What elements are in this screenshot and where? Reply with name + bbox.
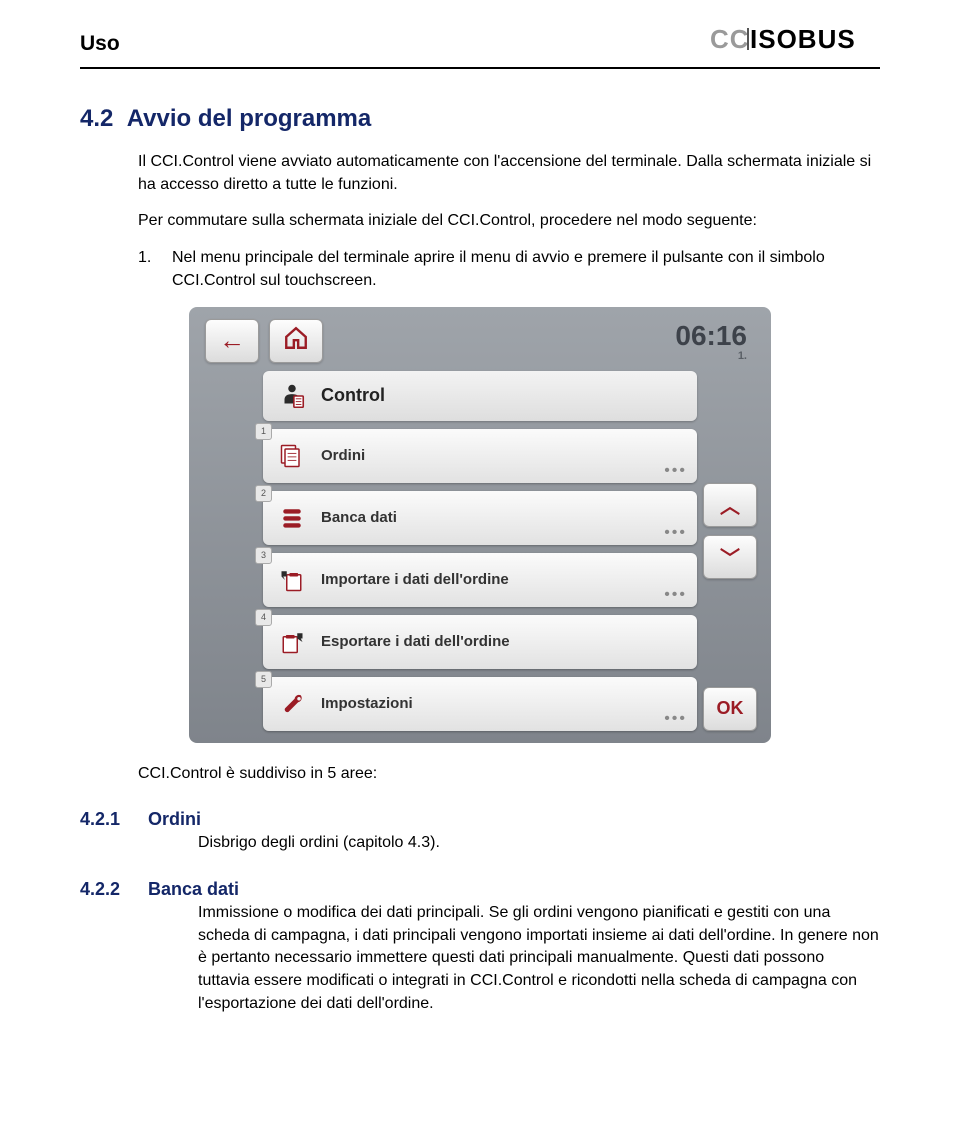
header-logo: CCISOBUS xyxy=(710,24,880,63)
right-nav-column: ︿ ﹀ OK xyxy=(703,371,759,731)
svg-text:CC: CC xyxy=(710,24,750,54)
clock-sub: 1. xyxy=(675,350,747,362)
paragraph-1: Il CCI.Control viene avviato automaticam… xyxy=(138,151,880,196)
section-title: Avvio del programma xyxy=(127,105,372,132)
item-badge-5: 5 xyxy=(255,671,272,688)
subsection-2-heading: 4.2.2 Banca dati xyxy=(80,869,880,902)
menu-group-label: Control xyxy=(321,385,385,406)
subsection-2-text: Immissione o modifica dei dati principal… xyxy=(198,902,880,1016)
import-icon xyxy=(277,565,307,595)
export-icon xyxy=(277,627,307,657)
subsection-1-number: 4.2.1 xyxy=(80,809,148,830)
item-badge-4: 4 xyxy=(255,609,272,626)
home-button[interactable] xyxy=(269,319,323,363)
ok-button[interactable]: OK xyxy=(703,687,757,731)
back-button[interactable]: ← xyxy=(205,319,259,363)
terminal-screenshot: ← 06:16 1. xyxy=(189,307,771,743)
subsection-2-title: Banca dati xyxy=(148,879,239,900)
menu-item-esportare[interactable]: 4 Esportare i dati dell'ordine xyxy=(263,615,697,669)
home-icon xyxy=(283,325,309,356)
menu-item-label: Banca dati xyxy=(321,509,397,526)
chevron-up-icon: ︿ xyxy=(720,490,740,519)
subsection-2-number: 4.2.2 xyxy=(80,879,148,900)
screenshot-container: ← 06:16 1. xyxy=(80,307,880,743)
menu-item-banca-dati[interactable]: 2 Banca dati ••• xyxy=(263,491,697,545)
section-number: 4.2 xyxy=(80,105,113,132)
clock-display: 06:16 1. xyxy=(675,320,747,362)
header-title: Uso xyxy=(80,32,120,56)
menu-item-ordini[interactable]: 1 Ordini ••• xyxy=(263,429,697,483)
item-badge-3: 3 xyxy=(255,547,272,564)
menu-item-label: Impostazioni xyxy=(321,695,413,712)
settings-wrench-icon xyxy=(277,689,307,719)
more-dots-icon: ••• xyxy=(664,463,687,479)
more-dots-icon: ••• xyxy=(664,711,687,727)
control-icon xyxy=(277,381,307,411)
paragraph-2: Per commutare sulla schermata iniziale d… xyxy=(138,210,880,233)
menu-item-label: Esportare i dati dell'ordine xyxy=(321,633,510,650)
chevron-down-icon: ﹀ xyxy=(720,542,740,571)
menu-item-label: Ordini xyxy=(321,447,365,464)
item-badge-2: 2 xyxy=(255,485,272,502)
menu-group-header: Control xyxy=(263,371,697,421)
scroll-down-button[interactable]: ﹀ xyxy=(703,535,757,579)
step-1-number: 1. xyxy=(138,247,172,292)
ok-label: OK xyxy=(717,698,744,719)
item-badge-1: 1 xyxy=(255,423,272,440)
more-dots-icon: ••• xyxy=(664,587,687,603)
section-heading: 4.2 Avvio del programma xyxy=(80,105,880,133)
step-1-text: Nel menu principale del terminale aprire… xyxy=(172,247,880,292)
subsection-1-title: Ordini xyxy=(148,809,201,830)
page-header: Uso CCISOBUS xyxy=(80,24,880,69)
back-arrow-icon: ← xyxy=(219,325,245,356)
paragraph-3: CCI.Control è suddiviso in 5 aree: xyxy=(138,763,880,786)
more-dots-icon: ••• xyxy=(664,525,687,541)
left-nav-column xyxy=(201,371,257,731)
svg-text:ISOBUS: ISOBUS xyxy=(750,24,856,54)
screenshot-body: Control 1 Ordini ••• 2 xyxy=(197,371,763,735)
banca-dati-icon xyxy=(277,503,307,533)
step-1: 1. Nel menu principale del terminale apr… xyxy=(138,247,880,292)
subsection-1-text: Disbrigo degli ordini (capitolo 4.3). xyxy=(198,832,880,855)
scroll-up-button[interactable]: ︿ xyxy=(703,483,757,527)
clock-time: 06:16 xyxy=(675,320,747,351)
screenshot-topbar: ← 06:16 1. xyxy=(197,315,763,371)
menu-item-label: Importare i dati dell'ordine xyxy=(321,571,509,588)
ordini-icon xyxy=(277,441,307,471)
center-menu: Control 1 Ordini ••• 2 xyxy=(257,371,703,731)
subsection-1-heading: 4.2.1 Ordini xyxy=(80,799,880,832)
menu-item-importare[interactable]: 3 Importare i dati dell'ordine ••• xyxy=(263,553,697,607)
menu-item-impostazioni[interactable]: 5 Impostazioni ••• xyxy=(263,677,697,731)
